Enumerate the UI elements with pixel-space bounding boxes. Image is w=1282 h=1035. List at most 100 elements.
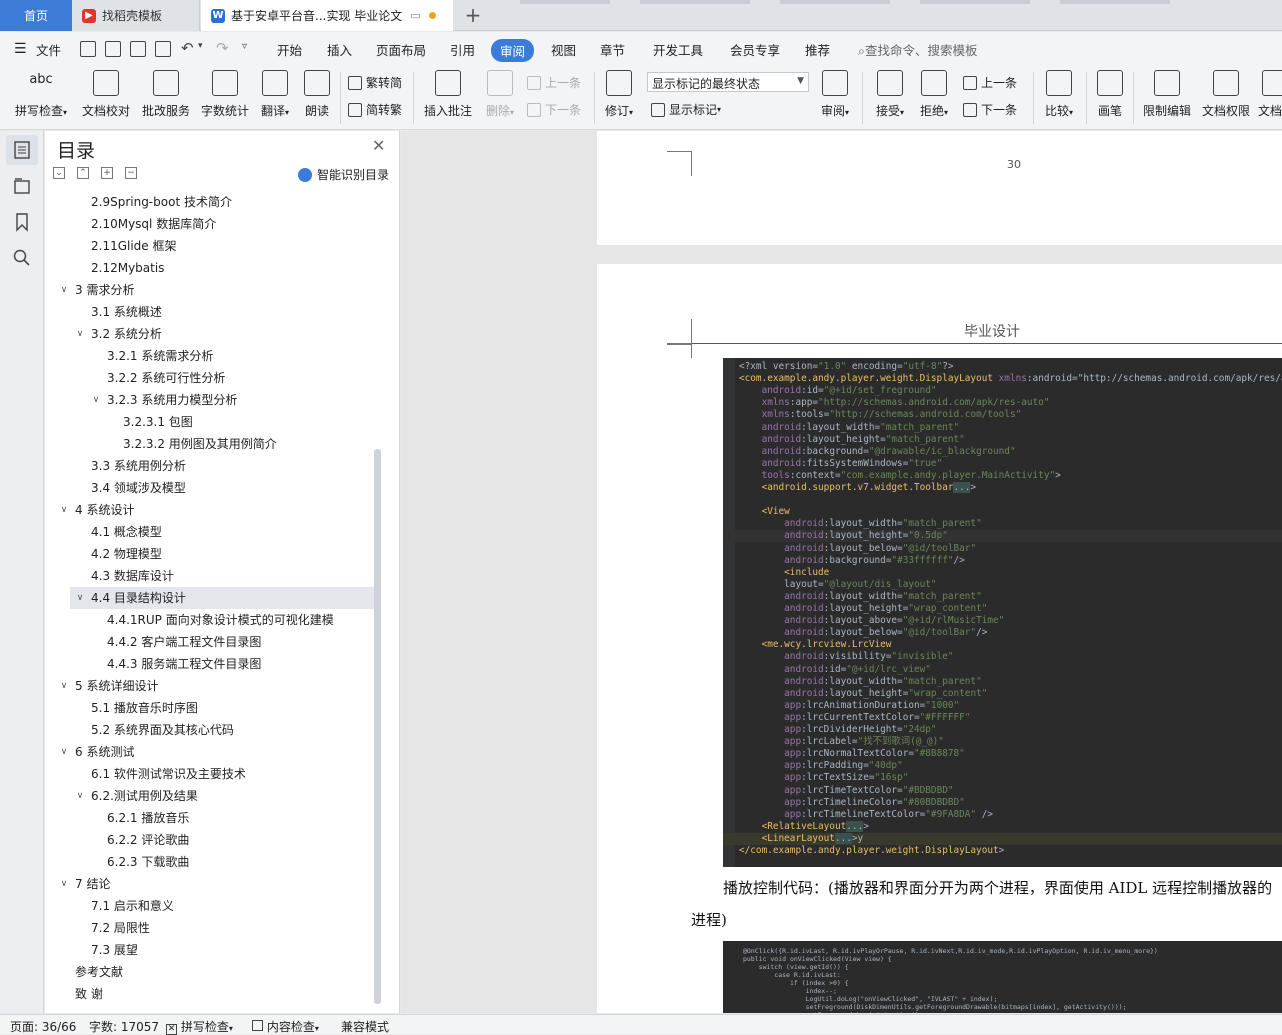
toc-item[interactable]: 2.9Spring-boot 技术简介 bbox=[45, 191, 375, 213]
chevron-down-icon[interactable]: ∨ bbox=[75, 785, 85, 807]
redo-icon[interactable]: ↷ bbox=[216, 39, 229, 57]
compare-button[interactable]: 比较▾ bbox=[1040, 70, 1078, 119]
undo-icon[interactable]: ↶ bbox=[181, 39, 194, 57]
chevron-down-icon[interactable]: ∨ bbox=[75, 587, 85, 609]
toc-item[interactable]: 7.2 局限性 bbox=[45, 917, 375, 939]
menu-recommend[interactable]: 推荐 bbox=[805, 40, 830, 59]
chevron-down-icon[interactable]: ∨ bbox=[75, 323, 85, 345]
restrict-edit-button[interactable]: 限制编辑 bbox=[1141, 70, 1193, 119]
collapse-all-icon[interactable]: ⌄ bbox=[53, 167, 65, 179]
toc-item[interactable]: ∨ 7 结论 bbox=[45, 873, 375, 895]
menu-chapter[interactable]: 章节 bbox=[600, 40, 625, 59]
insert-comment-button[interactable]: 插入批注 bbox=[422, 70, 474, 119]
toc-item[interactable]: 4.4.2 客户端工程文件目录图 bbox=[45, 631, 375, 653]
word-count-button[interactable]: 字数统计 bbox=[199, 70, 251, 119]
toc-item[interactable]: 3.1 系统概述 bbox=[45, 301, 375, 323]
toc-item[interactable]: 4.4.1RUP 面向对象设计模式的可视化建模 bbox=[45, 609, 375, 631]
chevron-down-icon[interactable]: ∨ bbox=[59, 741, 69, 763]
page-indicator[interactable]: 页面: 36/66 bbox=[10, 1018, 76, 1035]
prev-comment-button[interactable]: 上一条 bbox=[527, 74, 581, 91]
monitor-icon[interactable]: ▭ bbox=[410, 9, 420, 22]
show-markup-button[interactable]: 显示标记 ▾ bbox=[651, 101, 721, 118]
read-aloud-button[interactable]: 朗读 bbox=[302, 70, 332, 119]
toc-item[interactable]: 2.12Mybatis bbox=[45, 257, 375, 279]
toc-item[interactable]: 致 谢 bbox=[45, 983, 375, 1005]
translate-button[interactable]: 翻译▾ bbox=[257, 70, 293, 119]
toc-item[interactable]: ∨ 6.2.测试用例及结果 bbox=[45, 785, 375, 807]
next-comment-button[interactable]: 下一条 bbox=[527, 101, 581, 118]
tab-home[interactable]: 首页 bbox=[0, 0, 72, 31]
command-search[interactable]: ⌕查找命令、搜索模板 bbox=[858, 40, 978, 59]
save-icon[interactable] bbox=[80, 41, 96, 57]
menu-file[interactable]: 文件 bbox=[36, 40, 61, 59]
delete-comment-button[interactable]: 删除▾ bbox=[482, 70, 518, 119]
toc-item[interactable]: ∨ 3.2 系统分析 bbox=[45, 323, 375, 345]
simp-to-trad-button[interactable]: 简转繁 bbox=[348, 101, 402, 118]
toc-item[interactable]: 6.1 软件测试常识及主要技术 bbox=[45, 763, 375, 785]
trad-to-simp-button[interactable]: 繁转简 bbox=[348, 74, 402, 91]
bookmark-icon[interactable] bbox=[12, 212, 32, 232]
toc-item[interactable]: 5.2 系统界面及其核心代码 bbox=[45, 719, 375, 741]
add-heading-icon[interactable]: + bbox=[101, 167, 113, 179]
content-check-status[interactable]: 内容检查▾ bbox=[252, 1018, 319, 1035]
print-preview-icon[interactable] bbox=[155, 41, 171, 57]
toc-item[interactable]: 2.10Mysql 数据库简介 bbox=[45, 213, 375, 235]
spell-check-status[interactable]: ✕ 拼写检查▾ bbox=[166, 1018, 233, 1035]
menu-member[interactable]: 会员专享 bbox=[730, 40, 780, 59]
tab-templates[interactable]: ▶ 找稻壳模板 bbox=[72, 0, 200, 31]
review-pane-button[interactable]: 审阅▾ bbox=[816, 70, 854, 119]
toc-item[interactable]: ∨ 4 系统设计 bbox=[45, 499, 375, 521]
doc-permission-button[interactable]: 文档权限 bbox=[1200, 70, 1252, 119]
chapter-nav-icon[interactable] bbox=[12, 176, 32, 196]
toc-item[interactable]: 2.11Glide 框架 bbox=[45, 235, 375, 257]
toc-item[interactable]: 3.2.3.2 用例图及其用例简介 bbox=[45, 433, 375, 455]
toc-item[interactable]: 3.2.3.1 包图 bbox=[45, 411, 375, 433]
chevron-down-icon[interactable]: ∨ bbox=[59, 279, 69, 301]
export-pdf-icon[interactable] bbox=[105, 41, 121, 57]
toc-item[interactable]: ∨ 5 系统详细设计 bbox=[45, 675, 375, 697]
remove-heading-icon[interactable]: − bbox=[125, 167, 137, 179]
toc-item[interactable]: 4.3 数据库设计 bbox=[45, 565, 375, 587]
menu-page-layout[interactable]: 页面布局 bbox=[376, 40, 426, 59]
new-tab-button[interactable]: + bbox=[461, 3, 485, 27]
chevron-down-icon[interactable]: ∨ bbox=[59, 873, 69, 895]
batch-service-button[interactable]: 批改服务 bbox=[140, 70, 192, 119]
toc-item[interactable]: 4.2 物理模型 bbox=[45, 543, 375, 565]
tab-document[interactable]: W 基于安卓平台音...实现 毕业论文 ▭ bbox=[201, 0, 453, 31]
toc-item[interactable]: 4.4.3 服务端工程文件目录图 bbox=[45, 653, 375, 675]
chevron-down-icon[interactable]: ∨ bbox=[59, 675, 69, 697]
toc-panel-icon[interactable] bbox=[12, 140, 32, 160]
menu-references[interactable]: 引用 bbox=[450, 40, 475, 59]
menu-insert[interactable]: 插入 bbox=[327, 40, 352, 59]
hamburger-icon[interactable]: ☰ bbox=[14, 41, 27, 57]
prev-change-button[interactable]: 上一条 bbox=[963, 74, 1017, 91]
markup-state-select[interactable]: 显示标记的最终状态 ▼ bbox=[647, 72, 809, 92]
menu-review[interactable]: 审阅 bbox=[491, 39, 535, 62]
chevron-down-icon[interactable]: ∨ bbox=[91, 389, 101, 411]
toc-item[interactable]: ∨ 6 系统测试 bbox=[45, 741, 375, 763]
toc-item[interactable]: 3.4 领域涉及模型 bbox=[45, 477, 375, 499]
print-icon[interactable] bbox=[130, 41, 146, 57]
toc-item[interactable]: 4.1 概念模型 bbox=[45, 521, 375, 543]
toc-item[interactable]: 5.1 播放音乐时序图 bbox=[45, 697, 375, 719]
toc-scrollbar[interactable] bbox=[374, 449, 381, 1004]
toc-item[interactable]: 3.3 系统用例分析 bbox=[45, 455, 375, 477]
reject-button[interactable]: 拒绝▾ bbox=[915, 70, 953, 119]
toc-item[interactable]: 3.2.2 系统可行性分析 bbox=[45, 367, 375, 389]
toc-item[interactable]: 6.2.3 下载歌曲 bbox=[45, 851, 375, 873]
toc-item[interactable]: 参考文献 bbox=[45, 961, 375, 983]
word-count[interactable]: 字数: 17057 bbox=[89, 1018, 159, 1035]
doc-proof-button[interactable]: 文档校对 bbox=[80, 70, 132, 119]
toc-item[interactable]: 7.1 启示和意义 bbox=[45, 895, 375, 917]
toc-item[interactable]: 6.2.1 播放音乐 bbox=[45, 807, 375, 829]
toc-item[interactable]: ∨ 4.4 目录结构设计 bbox=[70, 587, 375, 609]
menu-start[interactable]: 开始 bbox=[277, 40, 302, 59]
accept-button[interactable]: 接受▾ bbox=[871, 70, 909, 119]
ink-button[interactable]: 画笔 bbox=[1094, 70, 1126, 119]
undo-dropdown-icon[interactable]: ▾ bbox=[198, 41, 203, 51]
toc-item[interactable]: 3.2.1 系统需求分析 bbox=[45, 345, 375, 367]
menu-view[interactable]: 视图 bbox=[551, 40, 576, 59]
next-change-button[interactable]: 下一条 bbox=[963, 101, 1017, 118]
expand-up-icon[interactable]: ⌃ bbox=[77, 167, 89, 179]
menu-developer[interactable]: 开发工具 bbox=[653, 40, 703, 59]
